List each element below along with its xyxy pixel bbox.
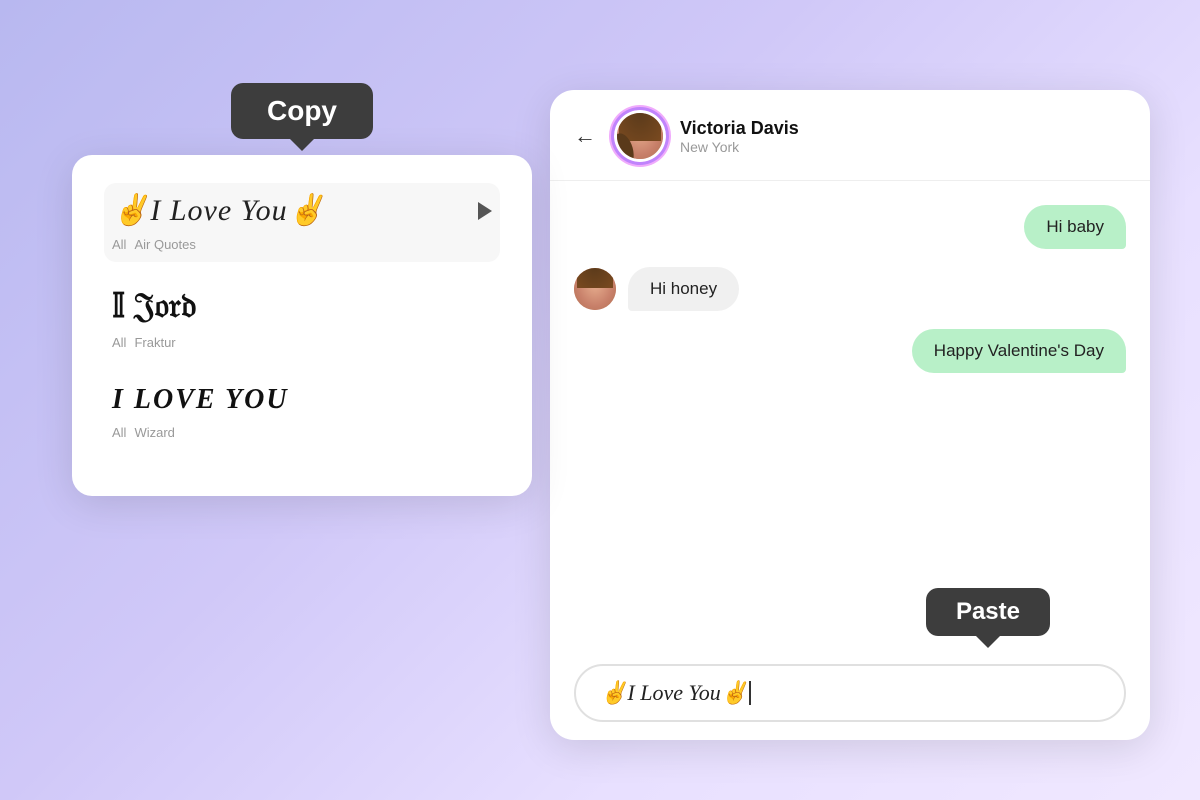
message-2-row: Hi honey — [574, 267, 1126, 311]
style-item-wizard[interactable]: i LOVE YOU All Wizard — [104, 374, 500, 450]
contact-location: New York — [680, 139, 1126, 155]
tag-all-3: All — [112, 425, 126, 440]
copy-label: Copy — [267, 95, 337, 126]
tag-wizard: Wizard — [134, 425, 174, 440]
chat-input[interactable]: ✌️I Love You✌️ — [574, 664, 1126, 722]
chat-messages: Hi baby Hi honey Happy Valentine's Day — [550, 181, 1150, 650]
air-quotes-tags: All Air Quotes — [104, 232, 500, 262]
chevron-right-icon — [478, 202, 492, 220]
message-1: Hi baby — [1024, 205, 1126, 249]
contact-name: Victoria Davis — [680, 118, 1126, 139]
contact-info: Victoria Davis New York — [680, 118, 1126, 155]
chat-header: ← Victoria Davis New York — [550, 90, 1150, 181]
chat-input-area: Paste ✌️I Love You✌️ — [550, 650, 1150, 740]
air-quotes-text: ✌️I Love You✌️ — [112, 193, 326, 228]
input-value: ✌️I Love You✌️ — [600, 680, 748, 706]
style-panel: Copy ✌️I Love You✌️ All Air Quotes 𝕀 𝔍𝔬𝔯… — [72, 155, 532, 496]
copy-tooltip[interactable]: Copy — [231, 83, 373, 139]
wizard-text: i LOVE YOU — [112, 384, 289, 415]
message-2: Hi honey — [628, 267, 739, 311]
style-item-fraktur[interactable]: 𝕀 𝔍𝔬𝔯𝔡 All Fraktur — [104, 276, 500, 360]
fraktur-tags: All Fraktur — [104, 330, 500, 360]
cursor — [749, 681, 751, 705]
tag-air-quotes: Air Quotes — [134, 237, 195, 252]
tag-fraktur: Fraktur — [134, 335, 175, 350]
message-3: Happy Valentine's Day — [912, 329, 1126, 373]
tag-all-2: All — [112, 335, 126, 350]
wizard-tags: All Wizard — [104, 420, 500, 450]
fraktur-text: 𝕀 𝔍𝔬𝔯𝔡 — [112, 288, 196, 325]
paste-tooltip[interactable]: Paste — [926, 588, 1050, 636]
tag-all-1: All — [112, 237, 126, 252]
paste-label: Paste — [956, 598, 1020, 625]
back-button[interactable]: ← — [574, 123, 596, 149]
avatar — [614, 110, 666, 162]
chat-panel: ← Victoria Davis New York Hi baby Hi hon… — [550, 90, 1150, 740]
msg-avatar — [574, 268, 616, 310]
style-item-air-quotes[interactable]: ✌️I Love You✌️ All Air Quotes — [104, 183, 500, 262]
